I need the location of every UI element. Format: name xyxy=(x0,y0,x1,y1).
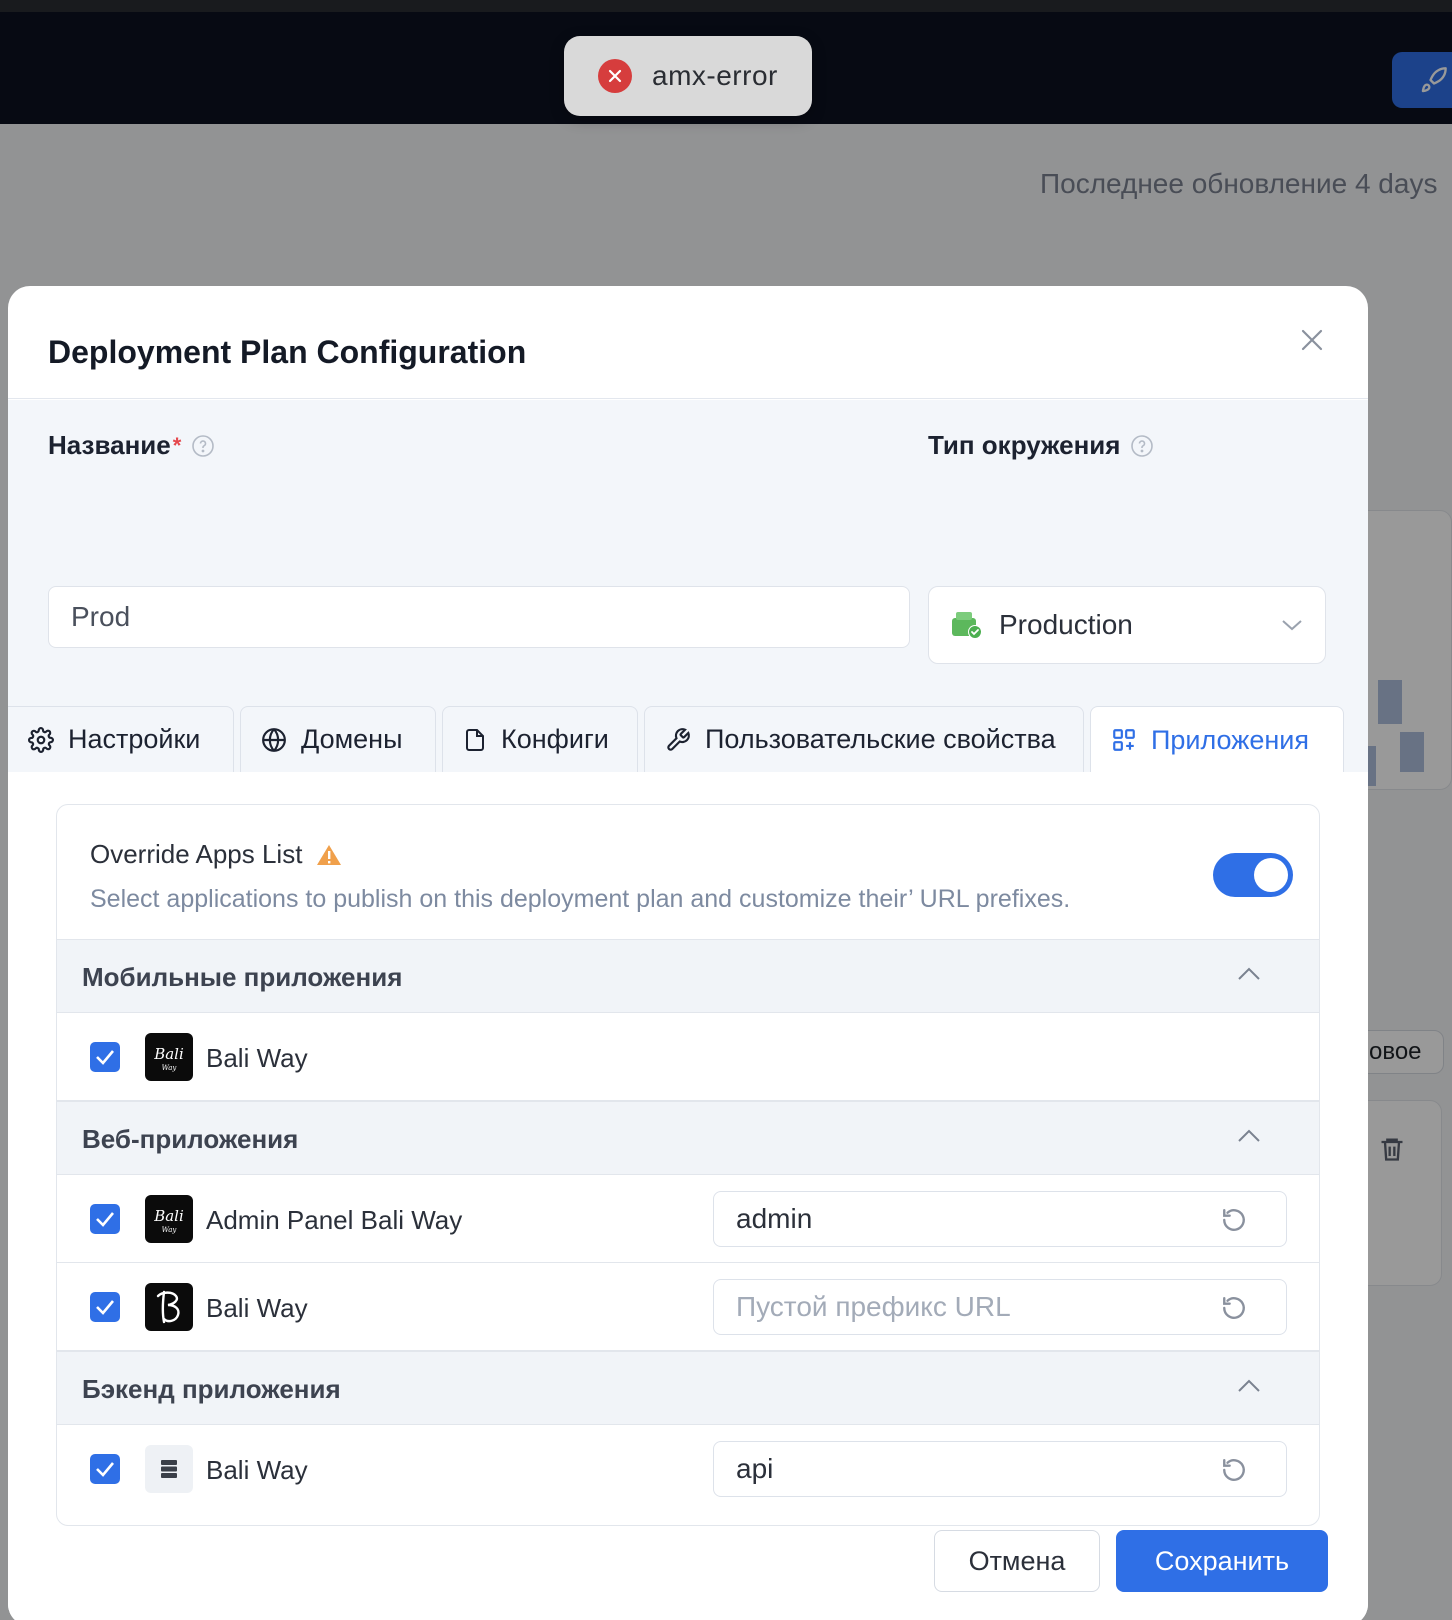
url-prefix-input[interactable]: Пустой префикс URL xyxy=(713,1279,1287,1335)
app-name: Admin Panel Bali Way xyxy=(206,1205,463,1235)
chevron-up-icon xyxy=(1238,967,1260,980)
app-checkbox[interactable] xyxy=(90,1204,120,1234)
name-field-label: Название * xyxy=(48,430,215,461)
tab-custom-properties[interactable]: Пользовательские свойства xyxy=(644,706,1084,772)
chevron-up-icon xyxy=(1238,1379,1260,1392)
app-row: Bali Way api xyxy=(57,1425,1319,1513)
toggle-knob xyxy=(1254,858,1288,892)
modal-title: Deployment Plan Configuration xyxy=(48,334,527,370)
tab-label: Настройки xyxy=(68,724,201,754)
app-checkbox[interactable] xyxy=(90,1042,120,1072)
env-field-label: Тип окружения xyxy=(928,430,1154,461)
override-description: Select applications to publish on this d… xyxy=(90,885,1071,913)
override-toggle[interactable] xyxy=(1213,853,1293,897)
name-input[interactable]: Prod xyxy=(48,586,910,648)
svg-text:Way: Way xyxy=(162,1064,178,1072)
help-circle-icon[interactable] xyxy=(191,434,215,458)
check-icon xyxy=(96,1212,114,1227)
apps-grid-icon xyxy=(1113,729,1135,751)
tab-settings[interactable]: Настройки xyxy=(8,706,234,772)
tab-label: Домены xyxy=(301,724,403,754)
reset-icon[interactable] xyxy=(1221,1457,1247,1483)
url-prefix-input[interactable]: admin xyxy=(713,1191,1287,1247)
error-toast: amx-error xyxy=(564,36,812,116)
warning-icon xyxy=(317,844,342,865)
wrench-icon xyxy=(667,727,690,751)
chevron-down-icon xyxy=(1282,620,1302,631)
group-title: Веб-приложения xyxy=(82,1124,299,1154)
error-circle-icon xyxy=(598,59,632,93)
save-button[interactable]: Сохранить xyxy=(1116,1530,1328,1592)
server-icon xyxy=(145,1445,193,1493)
toast-message: amx-error xyxy=(652,60,778,91)
env-type-value: Production xyxy=(999,609,1133,640)
close-icon[interactable] xyxy=(1300,328,1324,352)
env-type-select[interactable]: Production xyxy=(928,586,1326,664)
check-icon xyxy=(96,1300,114,1315)
reset-icon[interactable] xyxy=(1221,1207,1247,1233)
app-name: Bali Way xyxy=(206,1293,308,1323)
cancel-button[interactable]: Отмена xyxy=(934,1530,1100,1592)
modal-body: Название * Prod Тип окружения Production xyxy=(8,400,1368,1620)
group-title: Мобильные приложения xyxy=(82,962,403,992)
group-web-apps[interactable]: Веб-приложения xyxy=(57,1101,1319,1175)
deployment-plan-modal: Deployment Plan Configuration Название *… xyxy=(8,286,1368,1620)
tab-label: Приложения xyxy=(1151,724,1309,755)
globe-icon xyxy=(262,727,286,752)
required-mark: * xyxy=(172,432,182,458)
bali-way-b-logo xyxy=(145,1283,193,1331)
applications-tab-content: Override Apps List Select applications t… xyxy=(8,772,1368,1620)
tab-domains[interactable]: Домены xyxy=(240,706,436,772)
svg-text:Way: Way xyxy=(162,1226,178,1234)
tab-label: Пользовательские свойства xyxy=(705,724,1056,754)
app-row: Bali Way Admin Panel Bali Way admin xyxy=(57,1175,1319,1263)
modal-header: Deployment Plan Configuration xyxy=(8,286,1368,399)
tab-configs[interactable]: Конфиги xyxy=(442,706,638,772)
help-circle-icon[interactable] xyxy=(1130,434,1154,458)
chevron-up-icon xyxy=(1238,1129,1260,1142)
group-mobile-apps[interactable]: Мобильные приложения xyxy=(57,939,1319,1013)
app-row: Bali Way Bali Way xyxy=(57,1013,1319,1101)
file-icon xyxy=(466,728,484,751)
group-title: Бэкенд приложения xyxy=(82,1374,341,1404)
url-prefix-input[interactable]: api xyxy=(713,1441,1287,1497)
env-label-text: Тип окружения xyxy=(928,430,1121,460)
tab-applications[interactable]: Приложения xyxy=(1090,706,1344,773)
app-checkbox[interactable] xyxy=(90,1454,120,1484)
config-tabs: Настройки Домены Конфиги Пользовательски… xyxy=(8,706,1368,773)
app-checkbox[interactable] xyxy=(90,1292,120,1322)
apps-panel: Override Apps List Select applications t… xyxy=(56,804,1320,1526)
group-backend-apps[interactable]: Бэкенд приложения xyxy=(57,1351,1319,1425)
tab-label: Конфиги xyxy=(501,724,609,754)
production-box-icon xyxy=(952,612,982,639)
check-icon xyxy=(96,1050,114,1065)
gear-icon xyxy=(28,726,54,753)
app-name: Bali Way xyxy=(206,1043,308,1073)
app-row: Bali Way Пустой префикс URL xyxy=(57,1263,1319,1351)
name-label-text: Название xyxy=(48,430,171,460)
app-name: Bali Way xyxy=(206,1455,308,1485)
svg-text:Bali: Bali xyxy=(153,1045,184,1063)
override-apps-row: Override Apps List Select applications t… xyxy=(57,805,1319,939)
override-title: Override Apps List xyxy=(90,839,342,870)
override-title-text: Override Apps List xyxy=(90,839,303,869)
bali-way-logo: Bali Way xyxy=(145,1195,193,1243)
check-icon xyxy=(96,1462,114,1477)
bali-way-logo: Bali Way xyxy=(145,1033,193,1081)
reset-icon[interactable] xyxy=(1221,1295,1247,1321)
svg-text:Bali: Bali xyxy=(153,1207,184,1225)
